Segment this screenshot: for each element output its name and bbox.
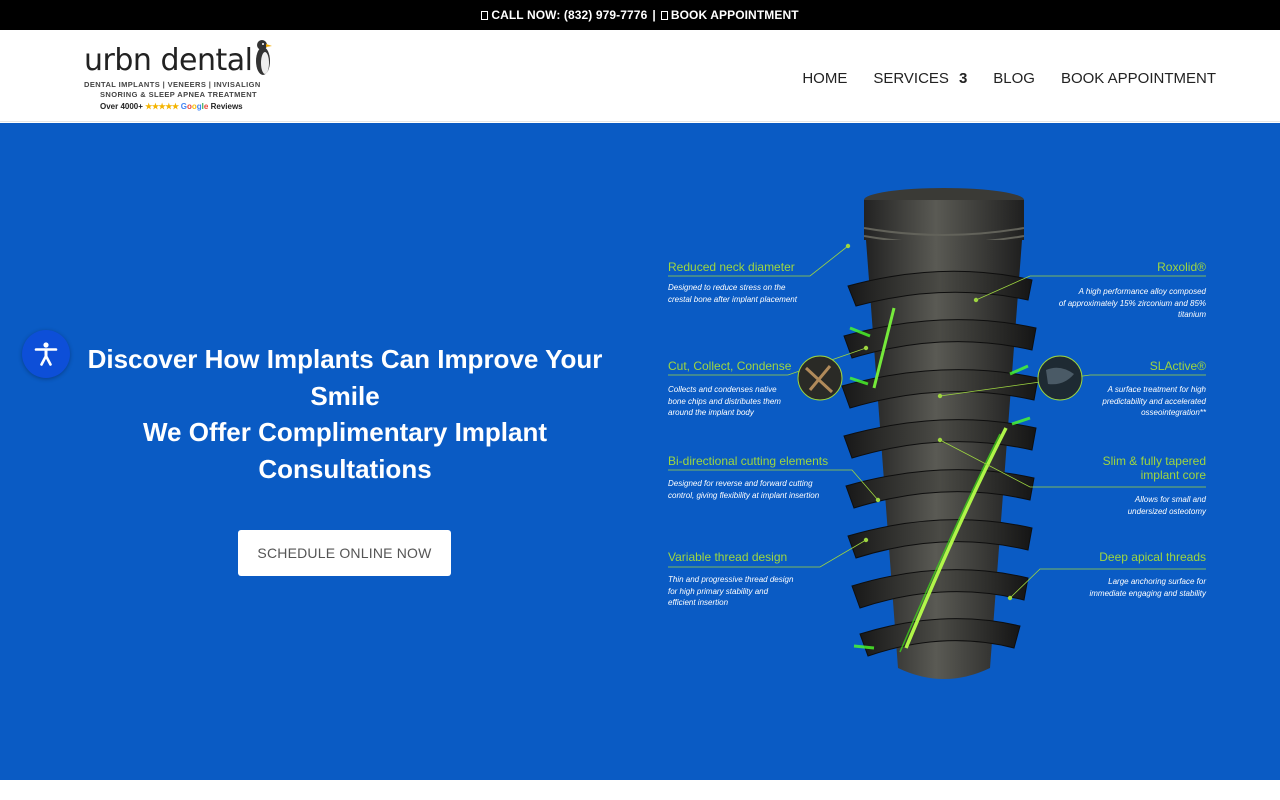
logo-reviews: Over 4000+ ★★★★★ Google Reviews xyxy=(100,102,243,111)
callout-description: Designed to reduce stress on the crestal … xyxy=(668,283,797,304)
accessibility-button[interactable] xyxy=(22,330,70,378)
callout-description: A high performance alloy composed of appr… xyxy=(1058,287,1206,319)
schedule-online-button[interactable]: SCHEDULE ONLINE NOW xyxy=(238,530,451,576)
reviews-label: Reviews xyxy=(210,102,243,111)
site-logo[interactable]: urbn dental DENTAL IMPLANTS | VENEERS | … xyxy=(84,38,284,118)
reviews-count: Over 4000+ xyxy=(100,102,143,111)
callout-description: Collects and condenses native bone chips … xyxy=(668,385,781,417)
call-now-text: CALL NOW: (832) 979-7776 xyxy=(491,8,648,22)
nav-item-label: HOME xyxy=(802,70,848,87)
below-hero-area xyxy=(0,780,1280,800)
nav-item-home[interactable]: HOME xyxy=(802,70,847,87)
logo-tagline-1: DENTAL IMPLANTS | VENEERS | INVISALIGN xyxy=(84,80,261,89)
callout-description: Designed for reverse and forward cutting… xyxy=(668,479,820,500)
topbar-separator: | xyxy=(652,8,656,22)
implant-infographic: Reduced neck diameter Designed to reduce… xyxy=(660,178,1220,718)
nav-item-book-appointment[interactable]: BOOK APPOINTMENT xyxy=(1061,70,1216,87)
nav-item-label: BOOK APPOINTMENT xyxy=(1060,70,1216,87)
book-appointment-top-text: BOOK APPOINTMENT xyxy=(670,8,799,22)
nav-item-services[interactable]: SERVICES 3 xyxy=(873,70,967,87)
callout-title: SLActive® xyxy=(1149,359,1206,373)
logo-wordmark: urbn dental xyxy=(84,43,253,78)
nav-item-label: BLOG xyxy=(993,70,1035,87)
accessibility-person-icon xyxy=(34,342,58,366)
callout-description: Thin and progressive thread design for hi… xyxy=(668,575,794,607)
dental-implant-image xyxy=(668,188,1206,679)
top-bar: CALL NOW: (832) 979-7776 | BOOK APPOINTM… xyxy=(0,0,1280,30)
nav-item-blog[interactable]: BLOG xyxy=(993,70,1035,87)
callout-title: Cut, Collect, Condense xyxy=(668,359,792,373)
callout-description: A surface treatment for high predictabili… xyxy=(1102,385,1206,417)
calendar-icon xyxy=(660,11,668,20)
hero-section: Discover How Implants Can Improve Your S… xyxy=(0,123,1280,780)
star-rating-icon: ★★★★★ xyxy=(145,102,179,111)
book-appointment-top-link[interactable]: BOOK APPOINTMENT xyxy=(660,8,799,22)
chevron-down-icon: 3 xyxy=(958,70,968,87)
site-header: urbn dental DENTAL IMPLANTS | VENEERS | … xyxy=(0,30,1280,122)
hero-heading-line-2: We Offer Complimentary Implant Consultat… xyxy=(142,417,548,484)
callout-title: Variable thread design xyxy=(668,550,788,564)
call-now-link[interactable]: CALL NOW: (832) 979-7776 xyxy=(481,8,647,22)
callout-title: Slim & fully tapered implant core xyxy=(1102,454,1206,482)
callout-title: Bi-directional cutting elements xyxy=(668,454,829,468)
phone-icon xyxy=(481,11,489,20)
google-logo-icon: Google xyxy=(180,102,209,111)
callout-title: Reduced neck diameter xyxy=(668,260,795,274)
nav-item-label: SERVICES xyxy=(873,70,949,87)
callout-title: Deep apical threads xyxy=(1099,550,1206,564)
hero-heading: Discover How Implants Can Improve Your S… xyxy=(80,341,610,487)
logo-tagline-2: SNORING & SLEEP APNEA TREATMENT xyxy=(100,90,257,99)
callout-description: Allows for small and undersized osteotomy xyxy=(1127,495,1206,516)
callout-description: Large anchoring surface for immediate eng… xyxy=(1089,577,1206,598)
penguin-icon xyxy=(256,40,272,75)
hero-heading-line-1: Discover How Implants Can Improve Your S… xyxy=(87,344,603,411)
main-nav: HOME SERVICES 3 BLOG BOOK APPOINTMENT xyxy=(776,70,1216,87)
callout-title: Roxolid® xyxy=(1157,260,1206,274)
